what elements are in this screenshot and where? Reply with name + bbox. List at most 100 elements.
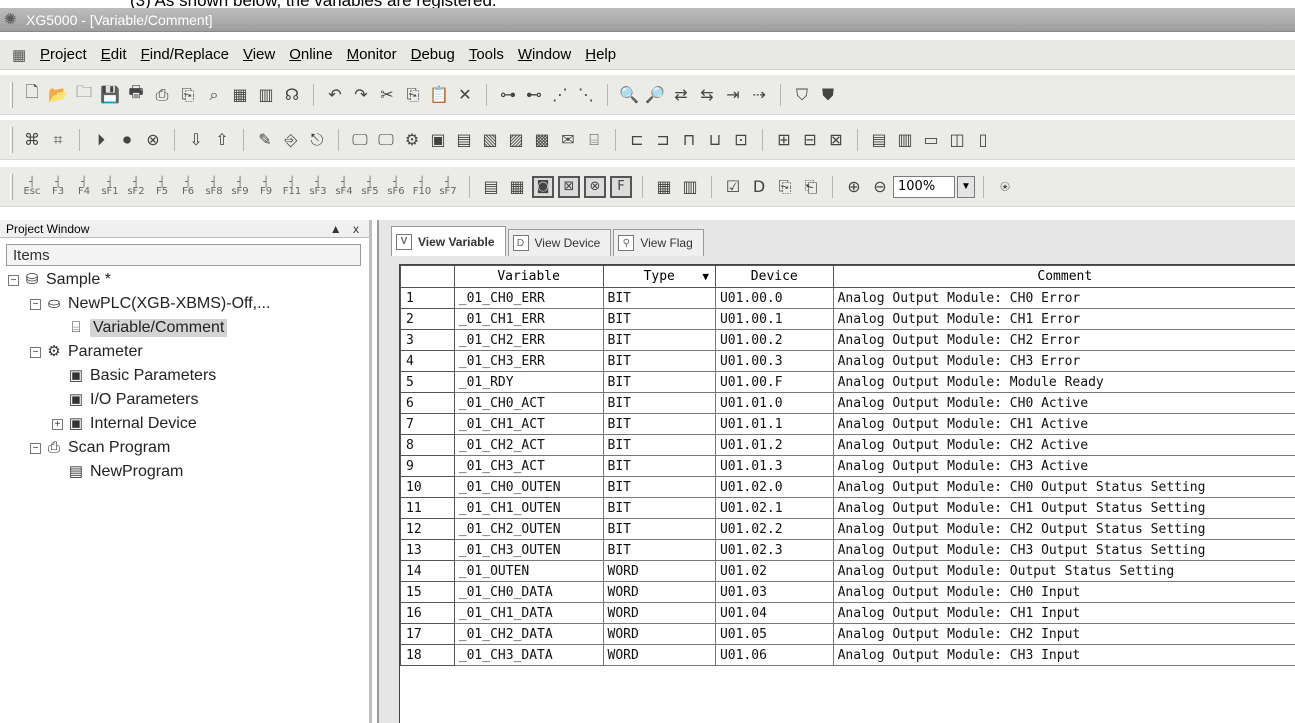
tree-item[interactable]: ▣ Basic Parameters	[8, 364, 369, 388]
custom-event-icon[interactable]: ✉	[556, 128, 580, 152]
comment-cell[interactable]: Analog Output Module: CH2 Active	[832, 434, 1295, 456]
device-cell[interactable]: U01.02.1	[714, 497, 834, 519]
device-cell[interactable]: U01.02.0	[714, 476, 834, 498]
ladder-key-sf2-button[interactable]: ┤ sF2	[124, 175, 148, 199]
ladder-key-esc-button[interactable]: ┤ Esc	[20, 175, 44, 199]
device-cell[interactable]: U01.02.2	[714, 518, 834, 540]
online-write-icon[interactable]: ⎆	[279, 128, 303, 152]
print-icon[interactable]: 🖶	[124, 82, 148, 107]
data-trace-icon[interactable]: ▩	[530, 128, 554, 152]
table-row[interactable]: 11 _01_CH1_OUTEN BIT U01.02.1 Analog Output …	[400, 497, 1295, 519]
undo-icon[interactable]: ↶	[323, 83, 347, 107]
window-vertical-icon[interactable]: ◫	[945, 128, 969, 152]
menu-item[interactable]: Find/Replace	[141, 46, 229, 63]
ladder-key-f10-button[interactable]: ┤ F10	[410, 175, 434, 199]
variable-cell[interactable]: _01_CH0_OUTEN	[453, 476, 604, 498]
table-row[interactable]: 4 _01_CH3_ERR BIT U01.00.3 Analog Output Mod…	[400, 350, 1295, 372]
document-menu-icon[interactable]: ▦	[12, 46, 34, 64]
comment-cell[interactable]: Analog Output Module: CH0 Active	[832, 392, 1295, 414]
ladder-key-f3-button[interactable]: ┤ F3	[46, 175, 70, 199]
comment-cell[interactable]: Analog Output Module: CH1 Error	[832, 308, 1295, 330]
delete-row-icon[interactable]: ⊷	[522, 83, 546, 107]
ladder-key-sf4-button[interactable]: ┤ sF4	[332, 175, 356, 199]
ladder-key-sf3-button[interactable]: ┤ sF3	[306, 175, 330, 199]
function-icon[interactable]: ⊠	[824, 128, 848, 152]
print-preview-icon[interactable]: ⎙	[150, 83, 174, 107]
device-cell[interactable]: U01.00.F	[714, 371, 834, 393]
replace-all-icon[interactable]: ⇆	[695, 83, 719, 107]
menu-item[interactable]: Window	[518, 46, 571, 63]
table-row[interactable]: 7 _01_CH1_ACT BIT U01.01.1 Analog Output Mod…	[400, 413, 1295, 435]
find-next-icon[interactable]: 🔎	[643, 83, 667, 107]
tab-view-flag[interactable]: ⚲ View Flag	[613, 229, 704, 256]
device-cell[interactable]: U01.01.0	[714, 392, 834, 414]
device-cell[interactable]: U01.00.0	[714, 287, 834, 309]
row-number-cell[interactable]: 13	[400, 539, 455, 561]
check-program-icon[interactable]: ☑	[721, 175, 745, 199]
tree-item[interactable]: ⌸ Variable/Comment	[8, 316, 369, 340]
tree-item[interactable]: − ⛀ NewPLC(XGB-XBMS)-Off,...	[8, 292, 369, 316]
replace-icon[interactable]: ⇄	[669, 83, 693, 107]
run-icon[interactable]: ⏵	[89, 128, 113, 152]
expand-icon[interactable]: +	[52, 418, 63, 430]
table-row[interactable]: 17 _01_CH2_DATA WORD U01.05 Analog Output Mo…	[400, 623, 1295, 645]
collapse-icon[interactable]: −	[8, 274, 19, 286]
variable-cell[interactable]: _01_CH0_DATA	[453, 581, 604, 603]
calculator-icon[interactable]: ▦	[652, 175, 676, 199]
tree-item[interactable]: ▣ I/O Parameters	[8, 388, 369, 412]
row-number-cell[interactable]: 18	[400, 644, 455, 666]
read-icon[interactable]: ⇧	[210, 128, 234, 152]
ladder-key-f11-button[interactable]: ┤ F11	[280, 175, 304, 199]
device-cell[interactable]: U01.03	[714, 581, 834, 603]
window-tile-icon[interactable]: ▤	[867, 128, 891, 152]
tree-item[interactable]: + ▣ Internal Device	[8, 412, 369, 436]
type-cell[interactable]: BIT	[602, 539, 716, 561]
ladder-key-sf8-button[interactable]: ┤ sF8	[202, 175, 226, 199]
device-cell[interactable]: U01.01.3	[714, 455, 834, 477]
find-icon[interactable]: 🔍	[617, 83, 641, 107]
comment-cell[interactable]: Analog Output Module: Module Ready	[832, 371, 1295, 393]
comment-cell[interactable]: Analog Output Module: CH2 Input	[832, 623, 1295, 645]
tree-item[interactable]: − ⚙ Parameter	[8, 340, 369, 364]
ladder-key-f4-button[interactable]: ┤ F4	[72, 175, 96, 199]
variable-cell[interactable]: _01_CH1_OUTEN	[453, 497, 604, 519]
tree-item[interactable]: ▤ NewProgram	[8, 460, 369, 484]
comment-icon[interactable]: ☊	[280, 83, 304, 107]
variable-cell[interactable]: _01_CH3_DATA	[453, 644, 604, 666]
comment-cell[interactable]: Analog Output Module: CH2 Output Status …	[832, 518, 1295, 540]
type-cell[interactable]: WORD	[602, 581, 716, 603]
variable-cell[interactable]: _01_CH2_ERR	[453, 329, 604, 351]
toolbar-grip[interactable]	[10, 173, 13, 200]
menu-item[interactable]: Project	[40, 46, 87, 63]
system-monitor-icon[interactable]: ▣	[426, 128, 450, 152]
table-row[interactable]: 1 _01_CH0_ERR BIT U01.00.0 Analog Output Mod…	[400, 287, 1295, 309]
type-cell[interactable]: WORD	[602, 623, 716, 645]
ladder-key-f6-button[interactable]: ┤ F6	[176, 175, 200, 199]
monitor-icon[interactable]: ▥	[254, 83, 278, 107]
variable-cell[interactable]: _01_CH1_ACT	[453, 413, 604, 435]
zoom-dropdown-icon[interactable]: ▼	[957, 175, 975, 198]
device-cell[interactable]: U01.06	[714, 644, 834, 666]
device-cell[interactable]: U01.00.2	[714, 329, 834, 351]
window-horizontal-icon[interactable]: ▭	[919, 128, 943, 152]
type-cell[interactable]: BIT	[602, 329, 716, 351]
coil-icon[interactable]: ⊡	[729, 128, 753, 152]
table-row[interactable]: 13 _01_CH3_OUTEN BIT U01.02.3 Analog Output …	[400, 539, 1295, 561]
table-row[interactable]: 15 _01_CH0_DATA WORD U01.03 Analog Output Mo…	[400, 581, 1295, 603]
write-icon[interactable]: ⇩	[184, 128, 208, 152]
row-number-cell[interactable]: 16	[400, 602, 455, 624]
menu-item[interactable]: Tools	[469, 46, 504, 63]
row-number-cell[interactable]: 1	[400, 287, 455, 309]
items-column-header[interactable]: Items	[6, 244, 361, 266]
view-mode-icon[interactable]: ◙	[532, 175, 554, 198]
collapse-icon[interactable]: −	[30, 442, 41, 454]
open-file-icon[interactable]: 📂	[46, 83, 70, 107]
row-number-cell[interactable]: 8	[400, 434, 455, 456]
view-variable-mode-icon[interactable]: ⊗	[584, 175, 606, 198]
comment-cell[interactable]: Analog Output Module: CH1 Output Status …	[832, 497, 1295, 519]
row-number-cell[interactable]: 2	[400, 308, 455, 330]
zoom-in-icon[interactable]: ⊕	[842, 175, 866, 199]
monitor-start-icon[interactable]: 🖵	[348, 128, 372, 152]
device-monitor-icon[interactable]: ▤	[452, 128, 476, 152]
toolbar-grip[interactable]	[10, 126, 13, 153]
